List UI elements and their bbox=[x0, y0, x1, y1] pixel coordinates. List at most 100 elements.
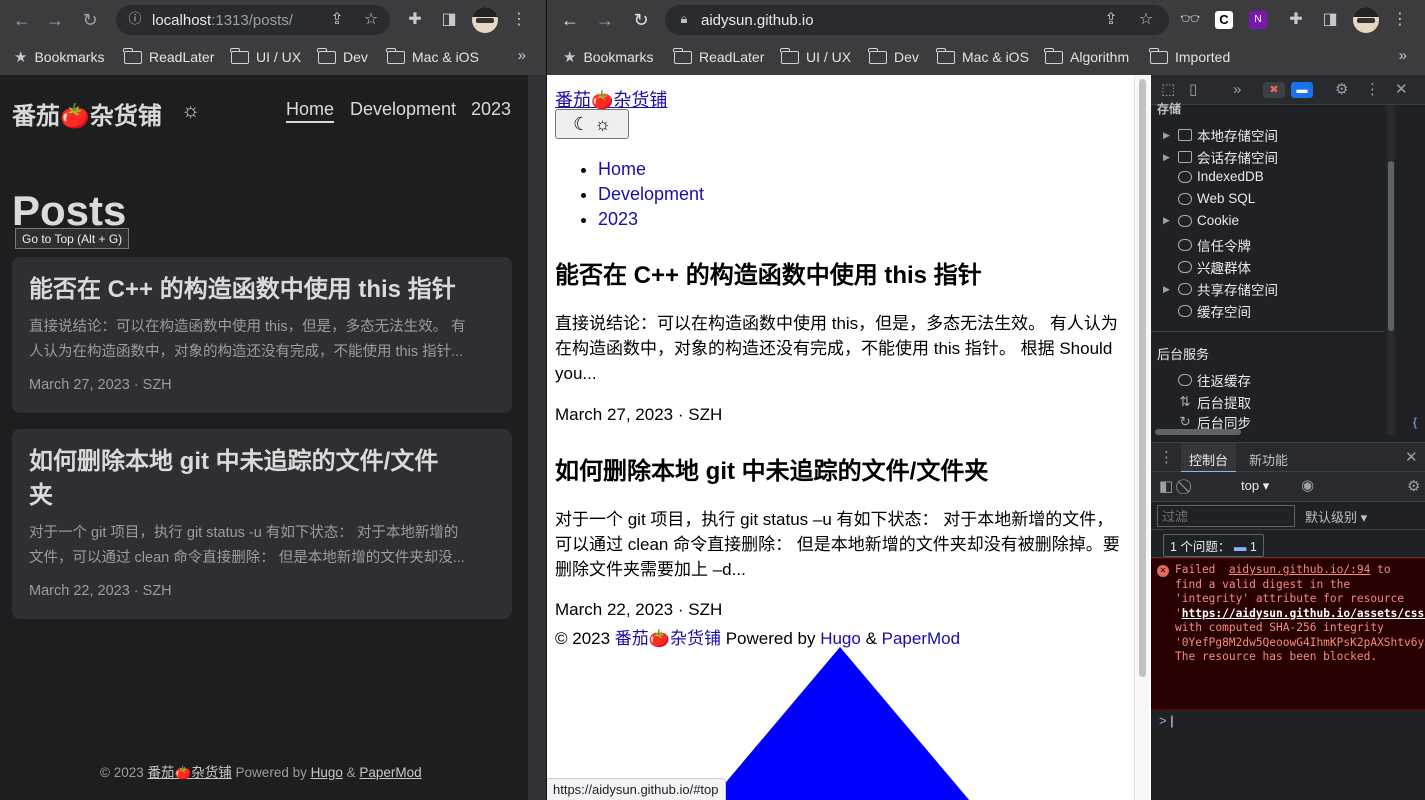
tree-scrollbar[interactable] bbox=[1387, 105, 1395, 435]
page-scrollbar[interactable] bbox=[1134, 75, 1149, 800]
go-to-top-arrow[interactable] bbox=[705, 647, 975, 800]
menu-icon[interactable]: ⋮ bbox=[508, 9, 530, 31]
left-scrollbar[interactable] bbox=[528, 75, 546, 800]
bookmark-dev[interactable]: Dev bbox=[317, 47, 368, 67]
close-devtools-icon[interactable]: ✕ bbox=[1395, 80, 1408, 100]
tree-background-fetch[interactable]: ⇅ 后台提取 bbox=[1163, 392, 1251, 412]
settings-gear-icon[interactable]: ⚙ bbox=[1335, 80, 1348, 100]
nav-home[interactable]: Home bbox=[286, 99, 335, 123]
tree-cache-storage[interactable]: 缓存空间 bbox=[1163, 301, 1251, 321]
console-prompt[interactable]: > | bbox=[1159, 713, 1174, 728]
bookmarks-item[interactable]: ★ Bookmarks bbox=[14, 47, 104, 67]
profile-avatar[interactable] bbox=[1353, 7, 1379, 33]
more-tabs-icon[interactable]: » bbox=[1233, 80, 1241, 100]
profile-avatar[interactable] bbox=[472, 7, 498, 33]
forward-icon[interactable]: → bbox=[593, 9, 617, 31]
forward-icon[interactable]: → bbox=[43, 9, 67, 31]
footer-site-link[interactable]: 番茄🍅杂货铺 bbox=[147, 765, 231, 780]
scrollbar-thumb[interactable] bbox=[1139, 79, 1146, 677]
reload-icon[interactable]: ↻ bbox=[78, 9, 102, 31]
footer-site-link[interactable]: 番茄🍅杂货铺 bbox=[615, 629, 721, 648]
more-bookmarks-icon[interactable]: » bbox=[518, 47, 526, 64]
nav-development[interactable]: Development bbox=[598, 184, 704, 204]
console-settings-icon[interactable]: ⚙ bbox=[1407, 477, 1420, 497]
error-source-link[interactable]: aidysun.github.io/:94 bbox=[1229, 563, 1370, 576]
extensions-icon[interactable]: ✚ bbox=[404, 9, 426, 31]
error-count-icon[interactable]: ✖ bbox=[1263, 82, 1285, 98]
tree-local-storage[interactable]: ▶ 本地存储空间 bbox=[1163, 125, 1278, 145]
bookmark-ui-ux[interactable]: UI / UX bbox=[230, 47, 301, 67]
tab-whats-new[interactable]: 新功能 bbox=[1249, 450, 1288, 469]
more-bookmarks-icon[interactable]: » bbox=[1399, 47, 1407, 64]
tab-console[interactable]: 控制台 bbox=[1181, 443, 1237, 473]
tree-web-sql[interactable]: Web SQL bbox=[1163, 191, 1255, 206]
bookmark-mac-ios[interactable]: Mac & iOS bbox=[386, 47, 479, 67]
filter-input[interactable] bbox=[1157, 505, 1295, 527]
back-icon[interactable]: ← bbox=[558, 9, 582, 31]
nav-2023[interactable]: 2023 bbox=[471, 99, 511, 120]
bookmark-algorithm[interactable]: Algorithm bbox=[1044, 47, 1129, 67]
post-meta: March 27, 2023 · SZH bbox=[555, 405, 723, 424]
tree-interest-groups[interactable]: 兴趣群体 bbox=[1163, 257, 1251, 277]
sidepanel-icon[interactable]: ◨ bbox=[1319, 9, 1341, 31]
footer-hugo-link[interactable]: Hugo bbox=[820, 629, 861, 648]
tree-bfcache[interactable]: 往返缓存 bbox=[1163, 370, 1251, 390]
tree-session-storage[interactable]: ▶ 会话存储空间 bbox=[1163, 147, 1278, 167]
close-drawer-icon[interactable]: ✕ bbox=[1405, 448, 1418, 468]
bookmark-star-icon[interactable]: ☆ bbox=[1135, 9, 1157, 31]
extension-spy-icon[interactable]: 👓︎ bbox=[1179, 9, 1201, 31]
nav-development[interactable]: Development bbox=[350, 99, 456, 120]
theme-toggle-sun-icon[interactable]: ☼ bbox=[181, 99, 200, 123]
footer-papermod-link[interactable]: PaperMod bbox=[359, 765, 421, 780]
theme-toggle-button[interactable]: ☾ ☼ bbox=[555, 109, 629, 139]
tree-trust-tokens[interactable]: 信任令牌 bbox=[1163, 235, 1251, 255]
site-logo[interactable]: 番茄🍅杂货铺 bbox=[12, 96, 162, 131]
live-expression-eye-icon[interactable]: ◉ bbox=[1301, 476, 1314, 496]
issues-count-icon[interactable]: ▬ bbox=[1291, 82, 1313, 98]
issues-button[interactable]: 1 个问题： ▬ 1 bbox=[1163, 534, 1264, 557]
menu-icon[interactable]: ⋮ bbox=[1389, 9, 1411, 31]
address-bar[interactable]: 🔒︎ aidysun.github.io ⇪ ☆ bbox=[665, 5, 1169, 35]
bookmark-dev[interactable]: Dev bbox=[868, 47, 919, 67]
tree-background-sync[interactable]: ↻ 后台同步 bbox=[1163, 414, 1251, 429]
horizontal-scrollbar-thumb[interactable] bbox=[1155, 429, 1241, 435]
post-card[interactable]: 能否在 C++ 的构造函数中使用 this 指针 直接说结论：可以在构造函数中使… bbox=[12, 257, 512, 413]
post-card[interactable]: 如何删除本地 git 中未追踪的文件/文件 夹 对于一个 git 项目，执行 g… bbox=[12, 429, 512, 619]
share-icon[interactable]: ⇪ bbox=[326, 9, 348, 31]
post-title[interactable]: 能否在 C++ 的构造函数中使用 this 指针 bbox=[555, 255, 982, 290]
drawer-menu-icon[interactable]: ⋮ bbox=[1159, 448, 1174, 468]
footer-papermod-link[interactable]: PaperMod bbox=[882, 629, 960, 648]
resource-link[interactable]: https://aidysun.github.io/assets/css/sty… bbox=[1182, 607, 1425, 620]
post-title[interactable]: 如何删除本地 git 中未追踪的文件/文件夹 bbox=[555, 451, 988, 486]
tree-indexeddb[interactable]: IndexedDB bbox=[1163, 169, 1264, 184]
sidebar-toggle-icon[interactable]: ◧ bbox=[1159, 477, 1173, 497]
bookmarks-item[interactable]: ★ Bookmarks bbox=[563, 47, 653, 67]
kebab-menu-icon[interactable]: ⋮ bbox=[1365, 80, 1380, 100]
back-icon[interactable]: ← bbox=[10, 9, 34, 31]
reload-icon[interactable]: ↻ bbox=[629, 9, 653, 31]
extension-onenote-icon[interactable]: N bbox=[1249, 11, 1267, 29]
extension-c-icon[interactable]: C bbox=[1215, 11, 1233, 29]
bookmark-readlater[interactable]: ReadLater bbox=[673, 47, 764, 67]
footer-hugo-link[interactable]: Hugo bbox=[311, 765, 343, 780]
nav-home[interactable]: Home bbox=[598, 159, 646, 179]
device-toolbar-icon[interactable]: ▯ bbox=[1189, 80, 1197, 100]
tree-shared-storage[interactable]: ▶ 共享存储空间 bbox=[1163, 279, 1278, 299]
inspect-icon[interactable]: ⬚ bbox=[1161, 80, 1175, 100]
bookmark-ui-ux[interactable]: UI / UX bbox=[780, 47, 851, 67]
log-level-dropdown[interactable]: 默认级别 ▾ bbox=[1305, 507, 1367, 526]
address-bar[interactable]: ⓘ localhost:1313/posts/ ⇪ ☆ bbox=[116, 5, 390, 35]
bookmark-readlater[interactable]: ReadLater bbox=[123, 47, 214, 67]
console-toolbar: ◧ ⃠ top ▾ ◉ ⚙ bbox=[1151, 472, 1425, 502]
share-icon[interactable]: ⇪ bbox=[1100, 9, 1122, 31]
bookmark-star-icon[interactable]: ☆ bbox=[360, 9, 382, 31]
tree-cookie[interactable]: ▶ Cookie bbox=[1163, 213, 1239, 228]
bookmark-imported[interactable]: Imported bbox=[1149, 47, 1230, 67]
context-selector[interactable]: top ▾ bbox=[1241, 478, 1269, 494]
table-icon bbox=[1178, 129, 1192, 141]
extensions-icon[interactable]: ✚ bbox=[1285, 9, 1307, 31]
devtools-toolbar: ⬚ ▯ » ✖ ▬ ⚙ ⋮ ✕ bbox=[1151, 75, 1425, 105]
nav-2023[interactable]: 2023 bbox=[598, 209, 638, 229]
sidepanel-icon[interactable]: ◨ bbox=[438, 9, 460, 31]
bookmark-mac-ios[interactable]: Mac & iOS bbox=[936, 47, 1029, 67]
